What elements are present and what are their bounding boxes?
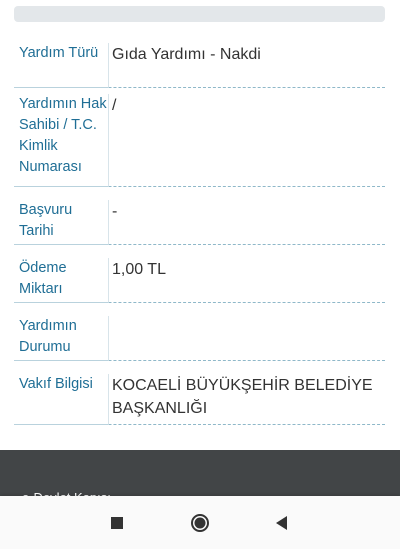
application-date-label: Başvuru Tarihi [14, 200, 109, 245]
application-date-value: - [112, 203, 118, 220]
foundation-info-value: KOCAELİ BÜYÜKŞEHİR BELEDİYE BAŞKANLIĞI [112, 377, 373, 417]
recent-apps-icon[interactable] [107, 513, 127, 533]
android-navigation-bar [0, 496, 400, 549]
aid-status-label: Yardımın Durumu [14, 316, 109, 361]
payment-amount-label: Ödeme Miktarı [14, 258, 109, 303]
foundation-info-label: Vakıf Bilgisi [14, 374, 109, 425]
row-aid-type: Yardım Türü Gıda Yardımı - Nakdi [14, 36, 385, 88]
footer: e-Devlet Kapısı [0, 450, 400, 500]
aid-detail-table: Yardım Türü Gıda Yardımı - Nakdi Yardımı… [14, 36, 385, 425]
payment-amount-value: 1,00 TL [112, 261, 166, 278]
row-payment-amount: Ödeme Miktarı 1,00 TL [14, 245, 385, 303]
row-application-date: Başvuru Tarihi - [14, 187, 385, 245]
aid-type-label: Yardım Türü [14, 43, 109, 88]
home-icon[interactable] [190, 513, 210, 533]
beneficiary-value: / [112, 97, 117, 114]
aid-status-value [109, 316, 385, 360]
top-bar [14, 6, 385, 22]
row-aid-status: Yardımın Durumu [14, 303, 385, 361]
row-foundation-info: Vakıf Bilgisi KOCAELİ BÜYÜKŞEHİR BELEDİY… [14, 361, 385, 425]
row-beneficiary: Yardımın Hak Sahibi / T.C. Kimlik Numara… [14, 88, 385, 187]
beneficiary-label: Yardımın Hak Sahibi / T.C. Kimlik Numara… [14, 94, 109, 187]
aid-type-value: Gıda Yardımı - Nakdi [112, 46, 261, 63]
back-icon[interactable] [272, 513, 292, 533]
